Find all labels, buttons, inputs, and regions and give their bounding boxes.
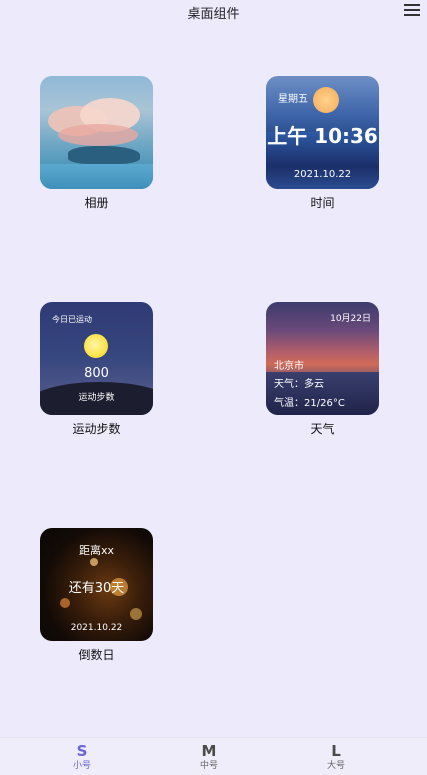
size-tab-bar: S 小号 M 中号 L 大号: [0, 737, 427, 775]
steps-caption: 运动步数: [72, 422, 121, 436]
bokeh-light: [60, 598, 70, 608]
tab-large[interactable]: L 大号: [306, 742, 366, 772]
steps-widget[interactable]: 今日已运动 800 运动步数: [40, 302, 153, 415]
bokeh-light: [130, 608, 142, 620]
album-caption: 相册: [84, 196, 109, 210]
cloud-shape: [58, 124, 138, 146]
weather-widget[interactable]: 10月22日 北京市 天气：多云 气温：21/26°C: [266, 302, 379, 415]
weekday-label: 星期五: [278, 94, 308, 105]
countdown-date: 2021.10.22: [70, 623, 123, 633]
tab-medium[interactable]: M 中号: [179, 742, 239, 772]
tab-small[interactable]: S 小号: [52, 742, 112, 772]
whale-island: [68, 146, 140, 164]
clock-text: 上午 10:36: [267, 124, 378, 148]
countdown-widget[interactable]: 距离xx 还有30天 2021.10.22: [40, 528, 153, 641]
step-label: 运动步数: [78, 393, 115, 403]
sea: [40, 164, 153, 189]
runner-icon: [84, 334, 108, 358]
weather-date: 10月22日: [330, 314, 371, 324]
tab-medium-label: 中号: [199, 761, 218, 771]
tab-small-symbol: S: [76, 742, 88, 760]
temperature-label: 气温：21/26°C: [274, 398, 345, 409]
step-count: 800: [84, 366, 109, 381]
app-header: 桌面组件: [0, 0, 427, 22]
city-label: 北京市: [274, 361, 304, 372]
bokeh-light: [90, 558, 98, 566]
tab-large-label: 大号: [326, 761, 345, 771]
sun-icon: [313, 87, 339, 113]
countdown-caption: 倒数日: [78, 648, 115, 662]
countdown-title: 距离xx: [78, 544, 115, 557]
tab-medium-symbol: M: [201, 742, 217, 760]
countdown-remaining: 还有30天: [68, 581, 125, 596]
album-widget[interactable]: [40, 76, 153, 189]
weather-caption: 天气: [310, 422, 335, 436]
condition-label: 天气：多云: [274, 379, 324, 390]
time-widget[interactable]: 星期五 上午 10:36 2021.10.22: [266, 76, 379, 189]
menu-icon[interactable]: [404, 4, 420, 18]
time-caption: 时间: [310, 196, 335, 210]
tab-small-label: 小号: [72, 761, 91, 771]
today-label: 今日已运动: [52, 315, 92, 324]
page-title: 桌面组件: [187, 7, 240, 22]
tab-large-symbol: L: [331, 742, 341, 760]
time-date: 2021.10.22: [293, 169, 352, 180]
